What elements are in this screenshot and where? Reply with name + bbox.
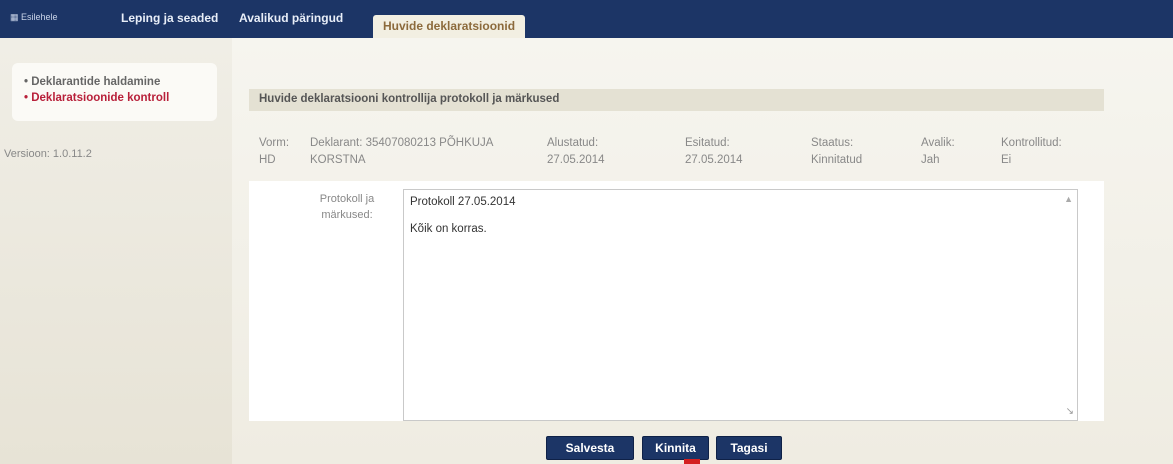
sidebar-item-deklarantide-haldamine[interactable]: • Deklarantide haldamine [24,74,217,90]
textarea-line: Kõik on korras. [410,223,487,235]
protocol-textarea[interactable]: Protokoll 27.05.2014 Kõik on korras. ▲ ↘ [403,189,1078,421]
textarea-line: Protokoll 27.05.2014 [410,196,516,208]
info-esitatud: Esitatud: 27.05.2014 [685,137,743,166]
sidebar-item-deklaratsioonide-kontroll[interactable]: • Deklaratsioonide kontroll [24,90,217,106]
protocol-field-label: Protokoll ja märkused: [319,193,375,221]
version-text: Versioon: 1.0.11.2 [4,148,92,160]
confirm-button[interactable]: Kinnita [642,436,709,460]
resize-grip-icon[interactable]: ↘ [1066,406,1074,417]
sidebar-item-label: Deklarantide haldamine [31,76,161,88]
grid-icon: ▦ [10,12,19,22]
top-navigation-bar: ▦ Esilehele Leping ja seaded Avalikud pä… [0,0,1173,38]
info-alustatud: Alustatud: 27.05.2014 [547,137,605,166]
tab-avalikud-paringud[interactable]: Avalikud päringud [239,11,343,25]
home-link[interactable]: ▦ Esilehele [10,12,58,23]
sidebar-item-label: Deklaratsioonide kontroll [31,92,170,104]
panel-title: Huvide deklaratsiooni kontrollija protok… [249,89,1104,111]
back-button[interactable]: Tagasi [716,436,782,460]
save-button[interactable]: Salvesta [546,436,634,460]
info-kontrollitud: Kontrollitud: Ei [1001,137,1062,166]
info-staatus: Staatus: Kinnitatud [811,137,863,166]
sidebar: • Deklarantide haldamine • Deklaratsioon… [0,38,232,464]
home-link-label: Esilehele [21,12,58,22]
main-content: Huvide deklaratsiooni kontrollija protok… [232,38,1173,464]
pointer-marker [684,459,700,464]
info-vorm: Vorm: HD [259,137,290,166]
tab-huvide-deklaratsioonid[interactable]: Huvide deklaratsioonid [373,15,526,38]
info-avalik: Avalik: Jah [921,137,955,166]
protocol-form: Protokoll ja märkused: Protokoll 27.05.2… [249,181,1104,421]
info-deklarant: Deklarant: 35407080213 PÕHKUJA KORSTNA [310,137,494,166]
sidebar-menu: • Deklarantide haldamine • Deklaratsioon… [12,63,217,121]
scroll-up-arrow-icon[interactable]: ▲ [1064,194,1073,204]
tab-leping-ja-seaded[interactable]: Leping ja seaded [121,11,218,25]
